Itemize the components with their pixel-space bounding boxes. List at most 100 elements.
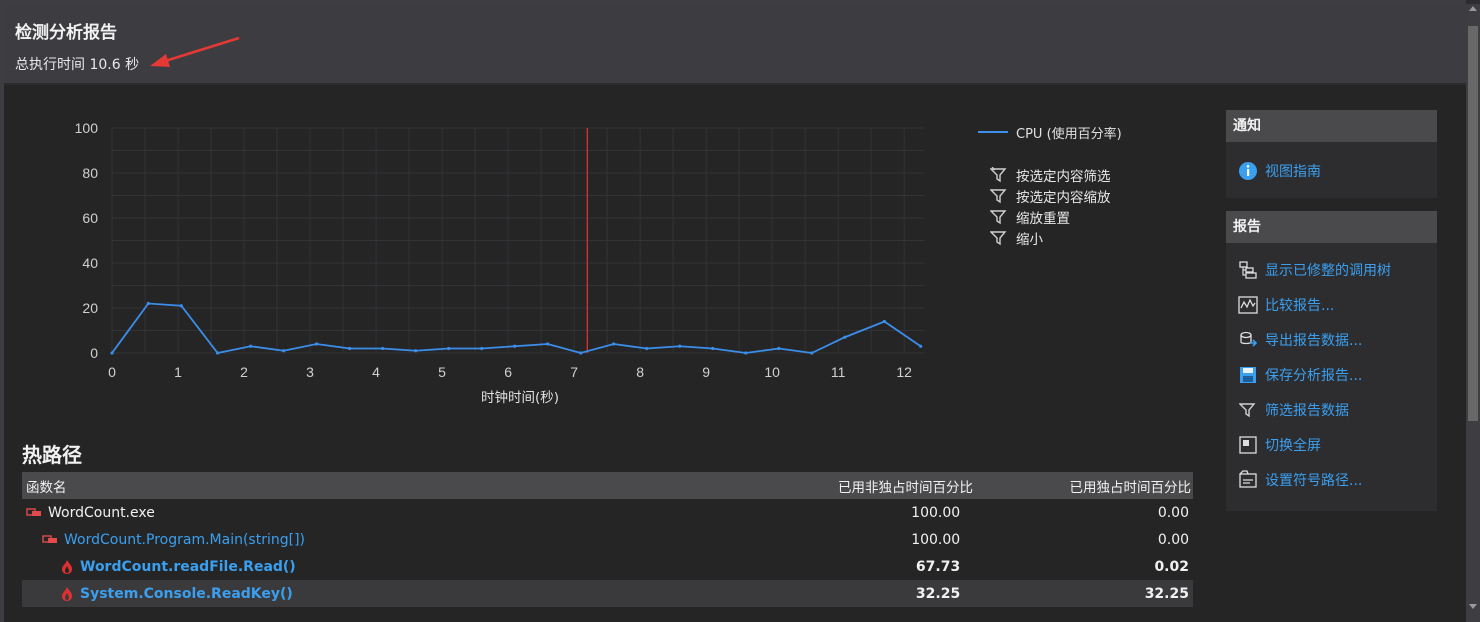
cpu-data-point — [612, 342, 616, 346]
cpu-data-point — [546, 342, 550, 346]
y-tick-label: 60 — [82, 210, 98, 226]
function-link[interactable]: WordCount.readFile.Read() — [80, 559, 296, 575]
legend-label: CPU (使用百分率) — [1016, 126, 1122, 142]
table-row[interactable]: WordCount.exe 100.00 0.00 — [22, 499, 1193, 526]
set-symbol-path-link[interactable]: 设置符号路径... — [1226, 462, 1437, 497]
compare-icon — [1238, 295, 1258, 315]
y-tick-label: 80 — [82, 165, 98, 181]
cpu-data-point — [282, 349, 286, 353]
function-name: WordCount.exe — [48, 504, 155, 521]
function-link[interactable]: System.Console.ReadKey() — [80, 586, 293, 602]
save-report-link[interactable]: 保存分析报告... — [1226, 357, 1437, 392]
save-icon — [1238, 365, 1258, 385]
cpu-data-point — [110, 351, 114, 355]
zoom-to-selection-action[interactable]: 按选定内容缩放 — [990, 185, 1111, 206]
zoom-out-action[interactable]: 缩小 — [990, 227, 1111, 248]
panel-title: 报告 — [1226, 211, 1437, 243]
legend-item-cpu: CPU (使用百分率) — [978, 122, 1122, 142]
cpu-data-point — [447, 346, 451, 351]
x-tick-label: 10 — [764, 364, 780, 380]
y-tick-label: 40 — [82, 255, 98, 271]
symbol-path-icon — [1238, 469, 1258, 490]
link-label: 保存分析报告... — [1265, 367, 1363, 384]
hotpath-table: 函数名 已用非独占时间百分比 已用独占时间百分比 WordCount.exe 1… — [22, 472, 1193, 607]
cpu-data-point — [216, 351, 220, 355]
cpu-data-point — [179, 304, 183, 308]
view-guide-link[interactable]: 视图指南 — [1226, 153, 1437, 188]
link-label: 设置符号路径... — [1265, 472, 1363, 489]
scroll-down-icon[interactable] — [1469, 604, 1477, 609]
inclusive-value: 100.00 — [911, 504, 961, 521]
x-tick-label: 9 — [702, 364, 710, 380]
chart-actions: 按选定内容筛选 按选定内容缩放 缩放重置 缩小 — [990, 164, 1111, 248]
y-tick-label: 100 — [75, 120, 99, 136]
exclusive-value: 0.00 — [1157, 531, 1190, 548]
action-label: 缩小 — [1016, 231, 1043, 248]
table-row[interactable]: WordCount.readFile.Read() 67.73 0.02 — [22, 553, 1193, 580]
filter-icon — [1238, 400, 1258, 420]
page-title: 检测分析报告 — [15, 23, 117, 43]
cpu-data-point — [414, 349, 418, 353]
x-tick-label: 8 — [636, 364, 644, 380]
filter-report-data-link[interactable]: 筛选报告数据 — [1226, 392, 1437, 427]
inclusive-value: 67.73 — [915, 558, 961, 575]
x-axis-label: 时钟时间(秒) — [481, 389, 559, 406]
x-tick-label: 7 — [570, 364, 578, 380]
legend-swatch — [978, 131, 1008, 133]
link-label: 视图指南 — [1265, 163, 1321, 180]
function-cell: WordCount.readFile.Read() — [22, 559, 727, 575]
table-row[interactable]: System.Console.ReadKey() 32.25 32.25 — [22, 580, 1193, 607]
scroll-up-icon[interactable] — [1469, 6, 1477, 11]
link-label: 显示已修整的调用树 — [1265, 262, 1391, 279]
y-tick-label: 0 — [90, 345, 98, 361]
inclusive-value: 32.25 — [915, 585, 961, 602]
report-actions-panel: 报告 显示已修整的调用树 比较报告... 导出报告数据... 保存分析报告...… — [1226, 211, 1437, 511]
x-tick-label: 4 — [372, 364, 380, 380]
flame-icon — [60, 586, 74, 602]
x-tick-label: 11 — [831, 364, 846, 380]
x-tick-label: 3 — [306, 364, 314, 380]
fullscreen-icon — [1238, 435, 1258, 455]
toggle-fullscreen-link[interactable]: 切换全屏 — [1226, 427, 1437, 462]
action-label: 缩放重置 — [1016, 210, 1070, 227]
reset-zoom-action[interactable]: 缩放重置 — [990, 206, 1111, 227]
vertical-scrollbar[interactable] — [1466, 4, 1480, 622]
filter-by-selection-action[interactable]: 按选定内容筛选 — [990, 164, 1111, 185]
action-label: 按选定内容筛选 — [1016, 168, 1111, 185]
filter-icon — [990, 188, 1007, 203]
cpu-data-point — [249, 344, 253, 348]
show-trimmed-call-tree-link[interactable]: 显示已修整的调用树 — [1226, 252, 1437, 287]
module-icon — [26, 507, 42, 519]
flame-icon — [60, 559, 74, 575]
export-report-data-link[interactable]: 导出报告数据... — [1226, 322, 1437, 357]
x-tick-label: 5 — [438, 364, 446, 380]
compare-reports-link[interactable]: 比较报告... — [1226, 287, 1437, 322]
column-header-inclusive[interactable]: 已用非独占时间百分比 — [733, 476, 973, 496]
cpu-usage-chart[interactable]: 0204060801000 1 2 3 4 5 6 7 8 9 10 11 12时钟时间(秒) — [50, 110, 940, 410]
link-label: 比较报告... — [1265, 297, 1335, 314]
table-row[interactable]: WordCount.Program.Main(string[]) 100.00 … — [22, 526, 1193, 553]
cpu-data-point — [146, 301, 150, 306]
x-tick-label: 2 — [240, 364, 248, 380]
cpu-data-point — [645, 346, 649, 351]
call-tree-icon — [1238, 260, 1258, 280]
function-icon — [42, 534, 58, 546]
total-exec-time: 总执行时间 10.6 秒 — [15, 57, 140, 73]
function-link[interactable]: WordCount.Program.Main(string[]) — [64, 532, 305, 548]
notification-panel: 通知 视图指南 — [1226, 110, 1437, 198]
column-header-function[interactable]: 函数名 — [22, 476, 733, 496]
exclusive-value: 0.02 — [1154, 558, 1189, 575]
export-icon — [1238, 330, 1258, 350]
red-arrow-annotation — [150, 36, 240, 67]
cpu-data-point — [480, 346, 484, 351]
cpu-data-point — [919, 344, 923, 348]
column-header-exclusive[interactable]: 已用独占时间百分比 — [973, 476, 1193, 496]
hotpath-title: 热路径 — [22, 443, 82, 467]
filter-icon — [990, 230, 1007, 245]
cpu-data-point — [348, 346, 352, 351]
link-label: 切换全屏 — [1265, 437, 1321, 454]
cpu-data-point — [744, 351, 748, 355]
inclusive-value: 100.00 — [911, 531, 961, 548]
scroll-thumb[interactable] — [1468, 26, 1478, 421]
cpu-data-point — [777, 346, 781, 351]
